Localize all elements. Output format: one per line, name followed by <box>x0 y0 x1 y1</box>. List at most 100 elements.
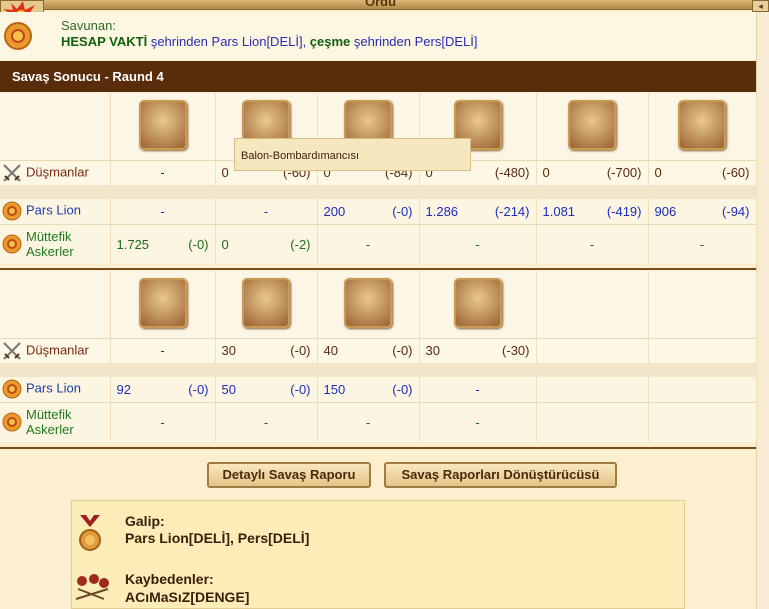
unit-count: - <box>160 203 165 219</box>
unit-count: - <box>263 414 269 430</box>
unit-loss: (-0) <box>392 381 413 397</box>
attacker-row-2: Pars Lion 92 (-0) 50 (-0) 150 (-0) - <box>0 377 757 403</box>
unit-loss: (-60) <box>722 165 750 181</box>
window-title: Ordu <box>365 0 397 9</box>
scroll-up-button[interactable]: ◂ <box>752 0 769 12</box>
attacker-shield-icon <box>2 379 22 399</box>
ally-shield-icon <box>2 412 22 432</box>
unit-loss: (-0) <box>392 203 413 219</box>
t2-allies-cell <box>648 402 757 442</box>
doctor-icon[interactable] <box>242 277 290 328</box>
crossed-swords-icon <box>3 342 21 360</box>
t1-allies-cell: - <box>317 224 420 264</box>
unit-count: 0 <box>654 165 662 181</box>
vertical-scrollbar[interactable] <box>756 12 769 609</box>
unit-loss: (-700) <box>606 165 642 181</box>
round-table-2: Düşmanlar - 30 (-0) 40 (-0) 30 (-30) Pars Lion… <box>0 271 757 442</box>
t2-allies-cell: - <box>215 402 318 442</box>
unit-loss: (-0) <box>188 381 209 397</box>
defender-info: Savunan: HESAP VAKTİ şehrinden Pars Lion… <box>0 12 756 60</box>
allies-label: Müttefik Askerler <box>26 229 74 259</box>
unit-count: 1.286 <box>425 203 459 219</box>
unit-count: - <box>160 343 165 359</box>
unit-count: 92 <box>116 381 131 397</box>
unit-count: 30 <box>425 343 440 359</box>
fallen-soldiers-icon <box>75 574 109 600</box>
catapult-icon[interactable] <box>678 99 726 150</box>
t2-attacker-cell <box>536 377 649 403</box>
unit-count: - <box>365 414 371 430</box>
t2-enemies-cell <box>536 338 649 363</box>
t2-attacker-cell <box>648 377 757 403</box>
allies-row: Müttefik Askerler 1.725 (-0) 0 (-2) - - - - <box>0 224 757 264</box>
unit-count: - <box>365 236 371 252</box>
unit-loss: (-0) <box>290 343 311 359</box>
unit-count: 0 <box>221 165 229 181</box>
defender-text-2: şehrinden Pers[DELİ] <box>350 34 478 49</box>
unit-count: 200 <box>323 203 346 219</box>
winner-label: Galip: <box>125 513 165 529</box>
spearman-icon[interactable] <box>568 99 616 150</box>
t1-allies-cell: 1.725 (-0) <box>110 224 216 264</box>
t2-enemies-cell <box>648 338 757 363</box>
loser-label: Kaybedenler: <box>125 571 214 587</box>
unit-count: - <box>160 414 165 430</box>
unit-loss: (-30) <box>502 343 530 359</box>
shield-icon <box>4 22 32 50</box>
unit-count: 1.081 <box>542 203 576 219</box>
round-table-1: Düşmanlar -0 (-60) 0 (-84) 0 (-480) 0 (-700) 0 (-… <box>0 93 757 264</box>
allies-label-2-line1: Müttefik <box>26 407 72 423</box>
gunner-icon[interactable] <box>453 277 502 328</box>
allies-label-line2: Askerler <box>26 244 74 260</box>
report-converter-button[interactable]: Savaş Raporları Dönüştürücüsü <box>384 462 617 488</box>
attacker-row: Pars Lion - - 200 (-0) 1.286 (-214) 1.081 (-419… <box>0 199 757 225</box>
t1-allies-cell: - <box>536 224 649 264</box>
unit-count: 0 <box>221 236 229 252</box>
t1-attacker-cell: 1.286 (-214) <box>419 199 537 225</box>
unit-count: 906 <box>654 203 677 219</box>
battle-summary: Galip: Pars Lion[DELİ], Pers[DELİ] Kaybe… <box>71 500 685 609</box>
ram-icon[interactable] <box>138 277 187 328</box>
spacer-row-2 <box>0 363 757 377</box>
unit-loss: (-214) <box>494 203 530 219</box>
t1-enemies-cell: 0 (-700) <box>536 160 649 185</box>
t1-allies-cell: 0 (-2) <box>215 224 318 264</box>
allies-label-2: Müttefik Askerler <box>26 407 74 437</box>
defender-user-link[interactable]: HESAP VAKTİ <box>61 34 147 49</box>
unit-loss: (-0) <box>188 236 209 252</box>
unit-count: - <box>475 414 480 430</box>
unit-count: - <box>263 203 269 219</box>
unit-count: 40 <box>323 343 338 359</box>
allies-row-2: Müttefik Askerler - - - - <box>0 402 757 442</box>
winner-names: Pars Lion[DELİ], Pers[DELİ] <box>125 530 310 546</box>
enemies-row-2: Düşmanlar - 30 (-0) 40 (-0) 30 (-30) <box>0 338 757 363</box>
defender-town-link[interactable]: çeşme <box>310 34 350 49</box>
t2-enemies-cell: 40 (-0) <box>317 338 420 363</box>
battle-report-window: Ordu ◂ Savunan: HESAP VAKTİ şehrinden Pa… <box>0 0 769 609</box>
detailed-report-button[interactable]: Detaylı Savaş Raporu <box>207 462 371 488</box>
t2-attacker-cell: - <box>419 377 537 403</box>
spacer-row <box>0 185 757 199</box>
t1-attacker-cell: - <box>215 199 318 225</box>
cook-icon[interactable] <box>344 277 392 328</box>
attacker-label-2[interactable]: Pars Lion <box>26 381 81 396</box>
allies-label-line1: Müttefik <box>26 229 72 245</box>
attacker-label[interactable]: Pars Lion <box>26 203 81 218</box>
unit-loss: (-94) <box>722 203 750 219</box>
defender-label: Savunan: <box>61 18 116 33</box>
t1-allies-cell: - <box>648 224 757 264</box>
t1-enemies-cell: - <box>110 160 216 185</box>
unit-loss: (-480) <box>494 165 530 181</box>
t1-attacker-cell: - <box>110 199 216 225</box>
swordsman-icon[interactable] <box>138 99 187 150</box>
enemies-label-2: Düşmanlar <box>26 342 89 358</box>
defender-line: HESAP VAKTİ şehrinden Pars Lion[DELİ], ç… <box>61 34 477 49</box>
table-divider <box>0 268 756 270</box>
unit-loss: (-419) <box>606 203 642 219</box>
t2-allies-cell <box>536 402 649 442</box>
unit-count: - <box>160 165 165 181</box>
unit-loss: (-0) <box>392 343 413 359</box>
unit-tooltip: Balon-Bombardımancısı <box>234 138 471 171</box>
unit-loss: (-0) <box>290 381 311 397</box>
loser-names: ACıMaSıZ[DENGE] <box>125 589 250 605</box>
